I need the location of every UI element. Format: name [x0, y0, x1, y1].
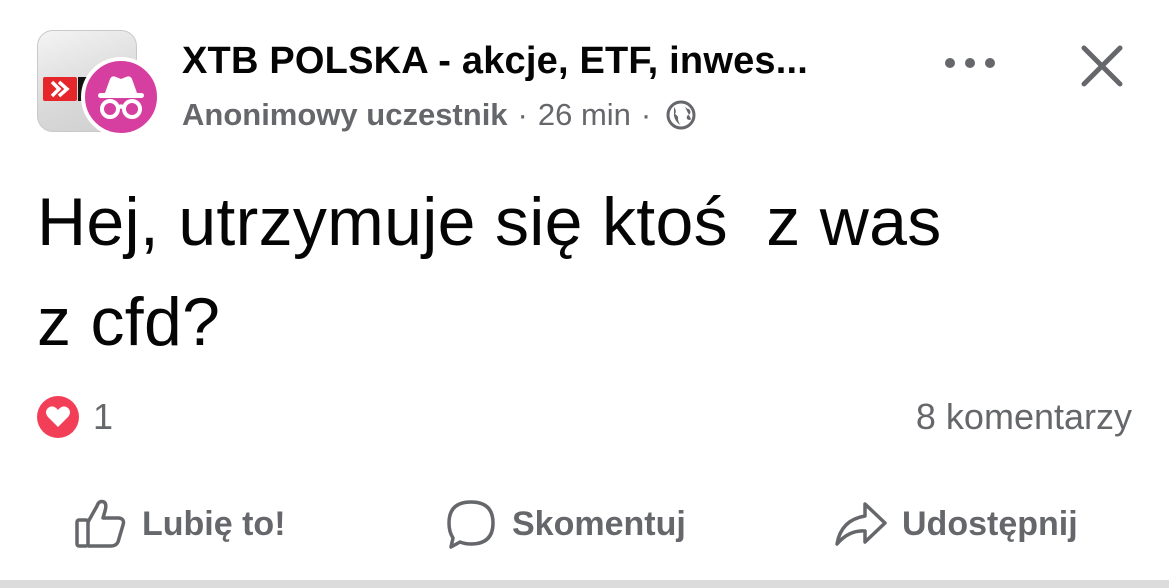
- more-options-button[interactable]: [940, 46, 1000, 80]
- close-button[interactable]: [1076, 40, 1128, 92]
- like-label: Lubię to!: [142, 504, 286, 543]
- globe-icon: [665, 99, 697, 131]
- incognito-icon: [98, 76, 144, 119]
- reactions-summary[interactable]: 1: [37, 395, 113, 439]
- reaction-count: 1: [93, 396, 114, 437]
- author-name[interactable]: Anonimowy uczestnik: [182, 93, 508, 137]
- anonymous-avatar[interactable]: [81, 57, 161, 137]
- post-body-text: Hej, utrzymuje się ktoś z was z cfd?: [37, 184, 942, 360]
- comment-button[interactable]: Skomentuj: [440, 493, 686, 555]
- post-timestamp[interactable]: 26 min: [538, 93, 631, 137]
- post-meta: Anonimowy uczestnik · 26 min ·: [182, 93, 697, 137]
- more-dots-icon: [945, 58, 995, 68]
- xtb-logo: [43, 77, 77, 101]
- post-divider: [0, 580, 1169, 588]
- heart-icon: [37, 396, 79, 438]
- like-button[interactable]: Lubię to!: [70, 493, 286, 555]
- feed-post: XTB POLSKA - akcje, ETF, inwes... Anonim…: [0, 0, 1169, 588]
- close-icon: [1081, 45, 1123, 87]
- comment-label: Skomentuj: [512, 504, 686, 543]
- thumbs-up-icon: [70, 493, 132, 555]
- comments-count-link[interactable]: 8 komentarzy: [916, 395, 1132, 439]
- post-actions-bar: Lubię to! Skomentuj Udostępnij: [0, 493, 1169, 555]
- meta-separator: ·: [517, 97, 528, 132]
- comment-bubble-icon: [440, 493, 502, 555]
- group-name-link[interactable]: XTB POLSKA - akcje, ETF, inwes...: [182, 37, 912, 85]
- meta-separator: ·: [640, 97, 652, 132]
- share-arrow-icon: [830, 493, 892, 555]
- share-label: Udostępnij: [902, 504, 1078, 543]
- share-button[interactable]: Udostępnij: [830, 493, 1078, 555]
